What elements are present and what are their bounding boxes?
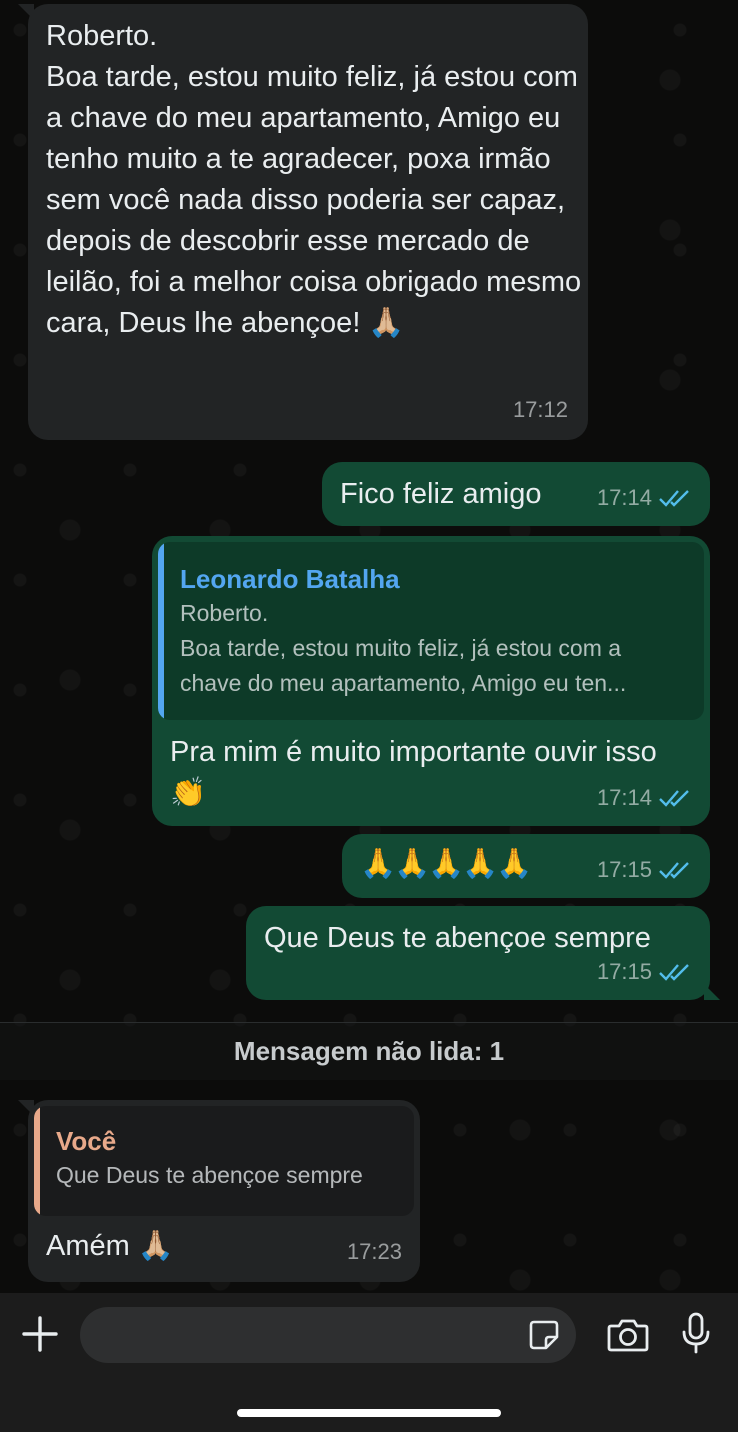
message-time: 17:14 <box>597 777 692 818</box>
message-time: 17:12 <box>512 397 568 422</box>
message-time: 17:14 <box>597 477 692 518</box>
message-time: 17:15 <box>597 849 692 890</box>
message-input[interactable] <box>80 1307 576 1363</box>
quoted-message[interactable]: Você Que Deus te abençoe sempre <box>34 1106 414 1216</box>
message-composer-bar <box>0 1293 738 1432</box>
camera-button[interactable] <box>606 1313 650 1357</box>
quote-text: Que Deus te abençoe sempre <box>56 1162 363 1188</box>
quote-author: Você <box>56 1126 117 1156</box>
quote-accent-bar <box>34 1106 40 1216</box>
message-text: Pra mim é muito importante ouvir isso 👏 <box>170 736 657 809</box>
attach-button[interactable] <box>18 1311 62 1357</box>
home-indicator <box>237 1409 501 1417</box>
outgoing-message-bubble[interactable]: Fico feliz amigo 17:14 <box>322 462 710 526</box>
quote-author: Leonardo Batalha <box>180 564 400 594</box>
double-check-icon <box>659 489 689 507</box>
sticker-button[interactable] <box>526 1317 562 1353</box>
unread-messages-label: Mensagem não lida: 1 <box>233 1036 505 1066</box>
message-time: 17:23 <box>346 1239 402 1264</box>
quote-text: Roberto. Boa tarde, estou muito feliz, j… <box>180 600 627 696</box>
outgoing-message-bubble[interactable]: 🙏🙏🙏🙏🙏 17:15 <box>342 834 710 898</box>
outgoing-message-bubble[interactable]: Que Deus te abençoe sempre 17:15 <box>246 906 720 1000</box>
message-text: Amém 🙏🏼 <box>46 1230 174 1262</box>
double-check-icon <box>659 789 689 807</box>
message-text: Roberto. Boa tarde, estou muito feliz, j… <box>46 20 582 339</box>
microphone-icon <box>682 1312 710 1354</box>
camera-icon <box>607 1319 649 1352</box>
sticker-icon <box>529 1320 559 1350</box>
incoming-message-bubble[interactable]: Roberto. Boa tarde, estou muito feliz, j… <box>18 4 588 440</box>
incoming-reply-bubble[interactable]: Você Que Deus te abençoe sempre Amém 🙏🏼 … <box>18 1100 420 1282</box>
double-check-icon <box>659 861 689 879</box>
plus-icon <box>22 1316 58 1352</box>
quote-accent-bar <box>158 542 164 720</box>
microphone-button[interactable] <box>676 1309 716 1357</box>
quoted-message[interactable]: Leonardo Batalha Roberto. Boa tarde, est… <box>158 542 704 720</box>
outgoing-reply-bubble[interactable]: Leonardo Batalha Roberto. Boa tarde, est… <box>152 536 710 826</box>
chat-background: Roberto. Boa tarde, estou muito feliz, j… <box>0 0 738 1293</box>
double-check-icon <box>659 963 689 981</box>
unread-messages-divider: Mensagem não lida: 1 <box>0 1022 738 1080</box>
message-time: 17:15 <box>597 951 692 992</box>
